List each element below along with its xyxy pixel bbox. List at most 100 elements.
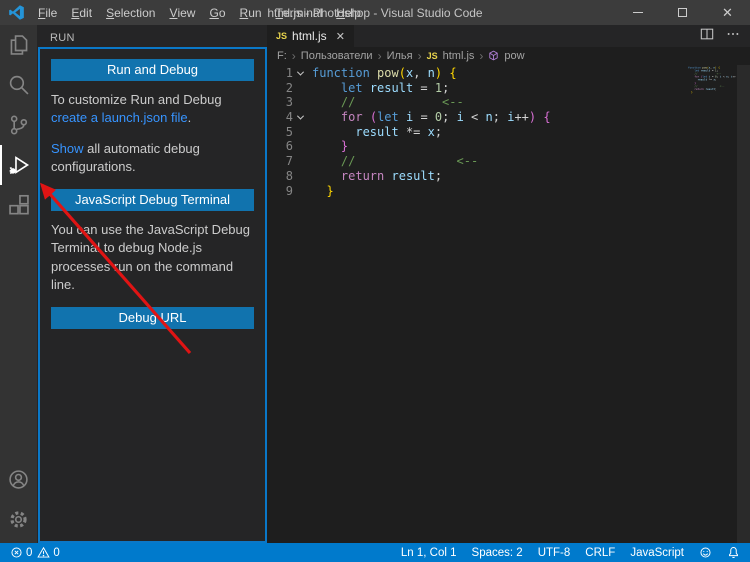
method-symbol-icon: [488, 50, 499, 63]
sidebar-title: RUN: [37, 25, 267, 47]
menu-file[interactable]: File: [31, 0, 64, 25]
customize-text: To customize Run and Debug create a laun…: [51, 91, 254, 128]
minimize-button[interactable]: [615, 0, 660, 25]
status-javascript[interactable]: JavaScript: [630, 547, 684, 559]
status-errors[interactable]: 0: [10, 546, 32, 559]
menu-selection[interactable]: Selection: [99, 0, 162, 25]
minimap[interactable]: function pow(x, n) { let result = 1; // …: [688, 66, 736, 128]
title-bar: FileEditSelectionViewGoRunTerminalHelp h…: [0, 0, 750, 25]
code-editor[interactable]: 1function pow(x, n) {2 let result = 1;3 …: [267, 65, 750, 543]
status-bar-right: Ln 1, Col 1 Spaces: 2 UTF-8 CRLF JavaScript: [401, 546, 740, 559]
breadcrumb: F:›Пользователи›Илья›JShtml.js›pow: [267, 47, 750, 65]
vscode-window: FileEditSelectionViewGoRunTerminalHelp h…: [0, 0, 750, 562]
code-line[interactable]: 2 let result = 1;: [267, 81, 750, 96]
extensions-icon: [8, 194, 30, 216]
tab-htmljs[interactable]: JS html.js ✕: [267, 25, 354, 47]
error-icon: [10, 546, 23, 559]
show-configurations-text: Show all automatic debug configurations.: [51, 140, 254, 177]
window-controls: ✕: [615, 0, 750, 25]
code-line[interactable]: 9 }: [267, 184, 750, 199]
breadcrumb-separator: ›: [479, 49, 483, 63]
activity-source-control[interactable]: [0, 105, 37, 145]
feedback-icon: [699, 546, 712, 559]
close-button[interactable]: ✕: [705, 0, 750, 25]
fold-chevron-icon[interactable]: [293, 110, 307, 125]
more-actions-icon[interactable]: [726, 27, 740, 46]
tab-close-icon[interactable]: ✕: [336, 30, 345, 43]
code-text: for (let i = 0; i < n; i++) {: [312, 110, 551, 125]
status-warnings[interactable]: 0: [37, 546, 59, 559]
settings-icon: [8, 509, 29, 530]
activity-run-debug[interactable]: [0, 145, 37, 185]
javascript-debug-terminal-button[interactable]: JavaScript Debug Terminal: [51, 189, 254, 211]
source-control-icon: [8, 114, 30, 136]
status-feedback-button[interactable]: [699, 546, 712, 559]
terminal-description-text: You can use the JavaScript Debug Termina…: [51, 221, 254, 295]
breadcrumb-item[interactable]: Пользователи: [301, 50, 373, 62]
menu-go[interactable]: Go: [202, 0, 232, 25]
status-bar-left: 00: [10, 546, 60, 559]
line-number: 7: [267, 154, 293, 169]
line-number: 3: [267, 95, 293, 110]
status-warning-count: 0: [53, 547, 59, 559]
bell-icon: [727, 546, 740, 559]
javascript-file-icon: JS: [276, 31, 287, 41]
activity-bar-top: [0, 25, 37, 225]
activity-settings[interactable]: [0, 499, 37, 539]
activity-bar-bottom: [0, 459, 37, 543]
window-title: html.js - Photoshop - Visual Studio Code: [267, 6, 482, 20]
customize-text-suffix: .: [188, 110, 192, 125]
editor-scrollbar[interactable]: [737, 65, 750, 543]
breadcrumb-item[interactable]: Илья: [387, 50, 413, 62]
breadcrumb-item[interactable]: html.js: [443, 50, 475, 62]
menu-run[interactable]: Run: [233, 0, 269, 25]
menu-view[interactable]: View: [162, 0, 202, 25]
activity-extensions[interactable]: [0, 185, 37, 225]
activity-search[interactable]: [0, 65, 37, 105]
create-launch-json-link[interactable]: create a launch.json file: [51, 110, 188, 125]
fold-spacer: [293, 95, 307, 110]
fold-spacer: [293, 169, 307, 184]
code-line[interactable]: 4 for (let i = 0; i < n; i++) {: [267, 110, 750, 125]
status-crlf[interactable]: CRLF: [585, 547, 615, 559]
fold-spacer: [293, 154, 307, 169]
code-text: let result = 1;: [312, 81, 449, 96]
code-line[interactable]: 7 // <--: [267, 154, 750, 169]
activity-account[interactable]: [0, 459, 37, 499]
breadcrumb-item[interactable]: pow: [504, 50, 524, 62]
tab-label: html.js: [292, 29, 327, 43]
show-link[interactable]: Show: [51, 141, 84, 156]
line-number: 6: [267, 139, 293, 154]
code-text: // <--: [312, 154, 478, 169]
status-spaces-2[interactable]: Spaces: 2: [472, 547, 523, 559]
code-text: // <--: [312, 95, 464, 110]
activity-bar: [0, 25, 37, 543]
status-ln-1-col-1[interactable]: Ln 1, Col 1: [401, 547, 457, 559]
fold-chevron-icon[interactable]: [293, 66, 307, 81]
menu-edit[interactable]: Edit: [64, 0, 99, 25]
workbench: RUN Run and Debug To customize Run and D…: [0, 25, 750, 543]
tab-bar: JS html.js ✕: [267, 25, 750, 47]
status-utf-8[interactable]: UTF-8: [538, 547, 571, 559]
code-line[interactable]: 6 }: [267, 139, 750, 154]
line-number: 2: [267, 81, 293, 96]
code-line[interactable]: 3 // <--: [267, 95, 750, 110]
fold-spacer: [293, 81, 307, 96]
breadcrumb-separator: ›: [292, 49, 296, 63]
status-bar: 00 Ln 1, Col 1Spaces: 2UTF-8CRLFJavaScri…: [0, 543, 750, 562]
breadcrumb-item[interactable]: F:: [277, 50, 287, 62]
activity-explorer[interactable]: [0, 25, 37, 65]
status-bell-button[interactable]: [727, 546, 740, 559]
code-line[interactable]: 5 result *= x;: [267, 125, 750, 140]
run-debug-icon: [8, 154, 30, 176]
vscode-logo-icon: [8, 4, 25, 21]
breadcrumb-separator: ›: [378, 49, 382, 63]
split-editor-icon[interactable]: [700, 27, 714, 46]
debug-url-button[interactable]: Debug URL: [51, 307, 254, 329]
maximize-button[interactable]: [660, 0, 705, 25]
search-icon: [8, 74, 30, 96]
code-line[interactable]: 8 return result;: [267, 169, 750, 184]
sidebar: RUN Run and Debug To customize Run and D…: [37, 25, 267, 543]
run-and-debug-button[interactable]: Run and Debug: [51, 59, 254, 81]
code-line[interactable]: 1function pow(x, n) {: [267, 66, 750, 81]
